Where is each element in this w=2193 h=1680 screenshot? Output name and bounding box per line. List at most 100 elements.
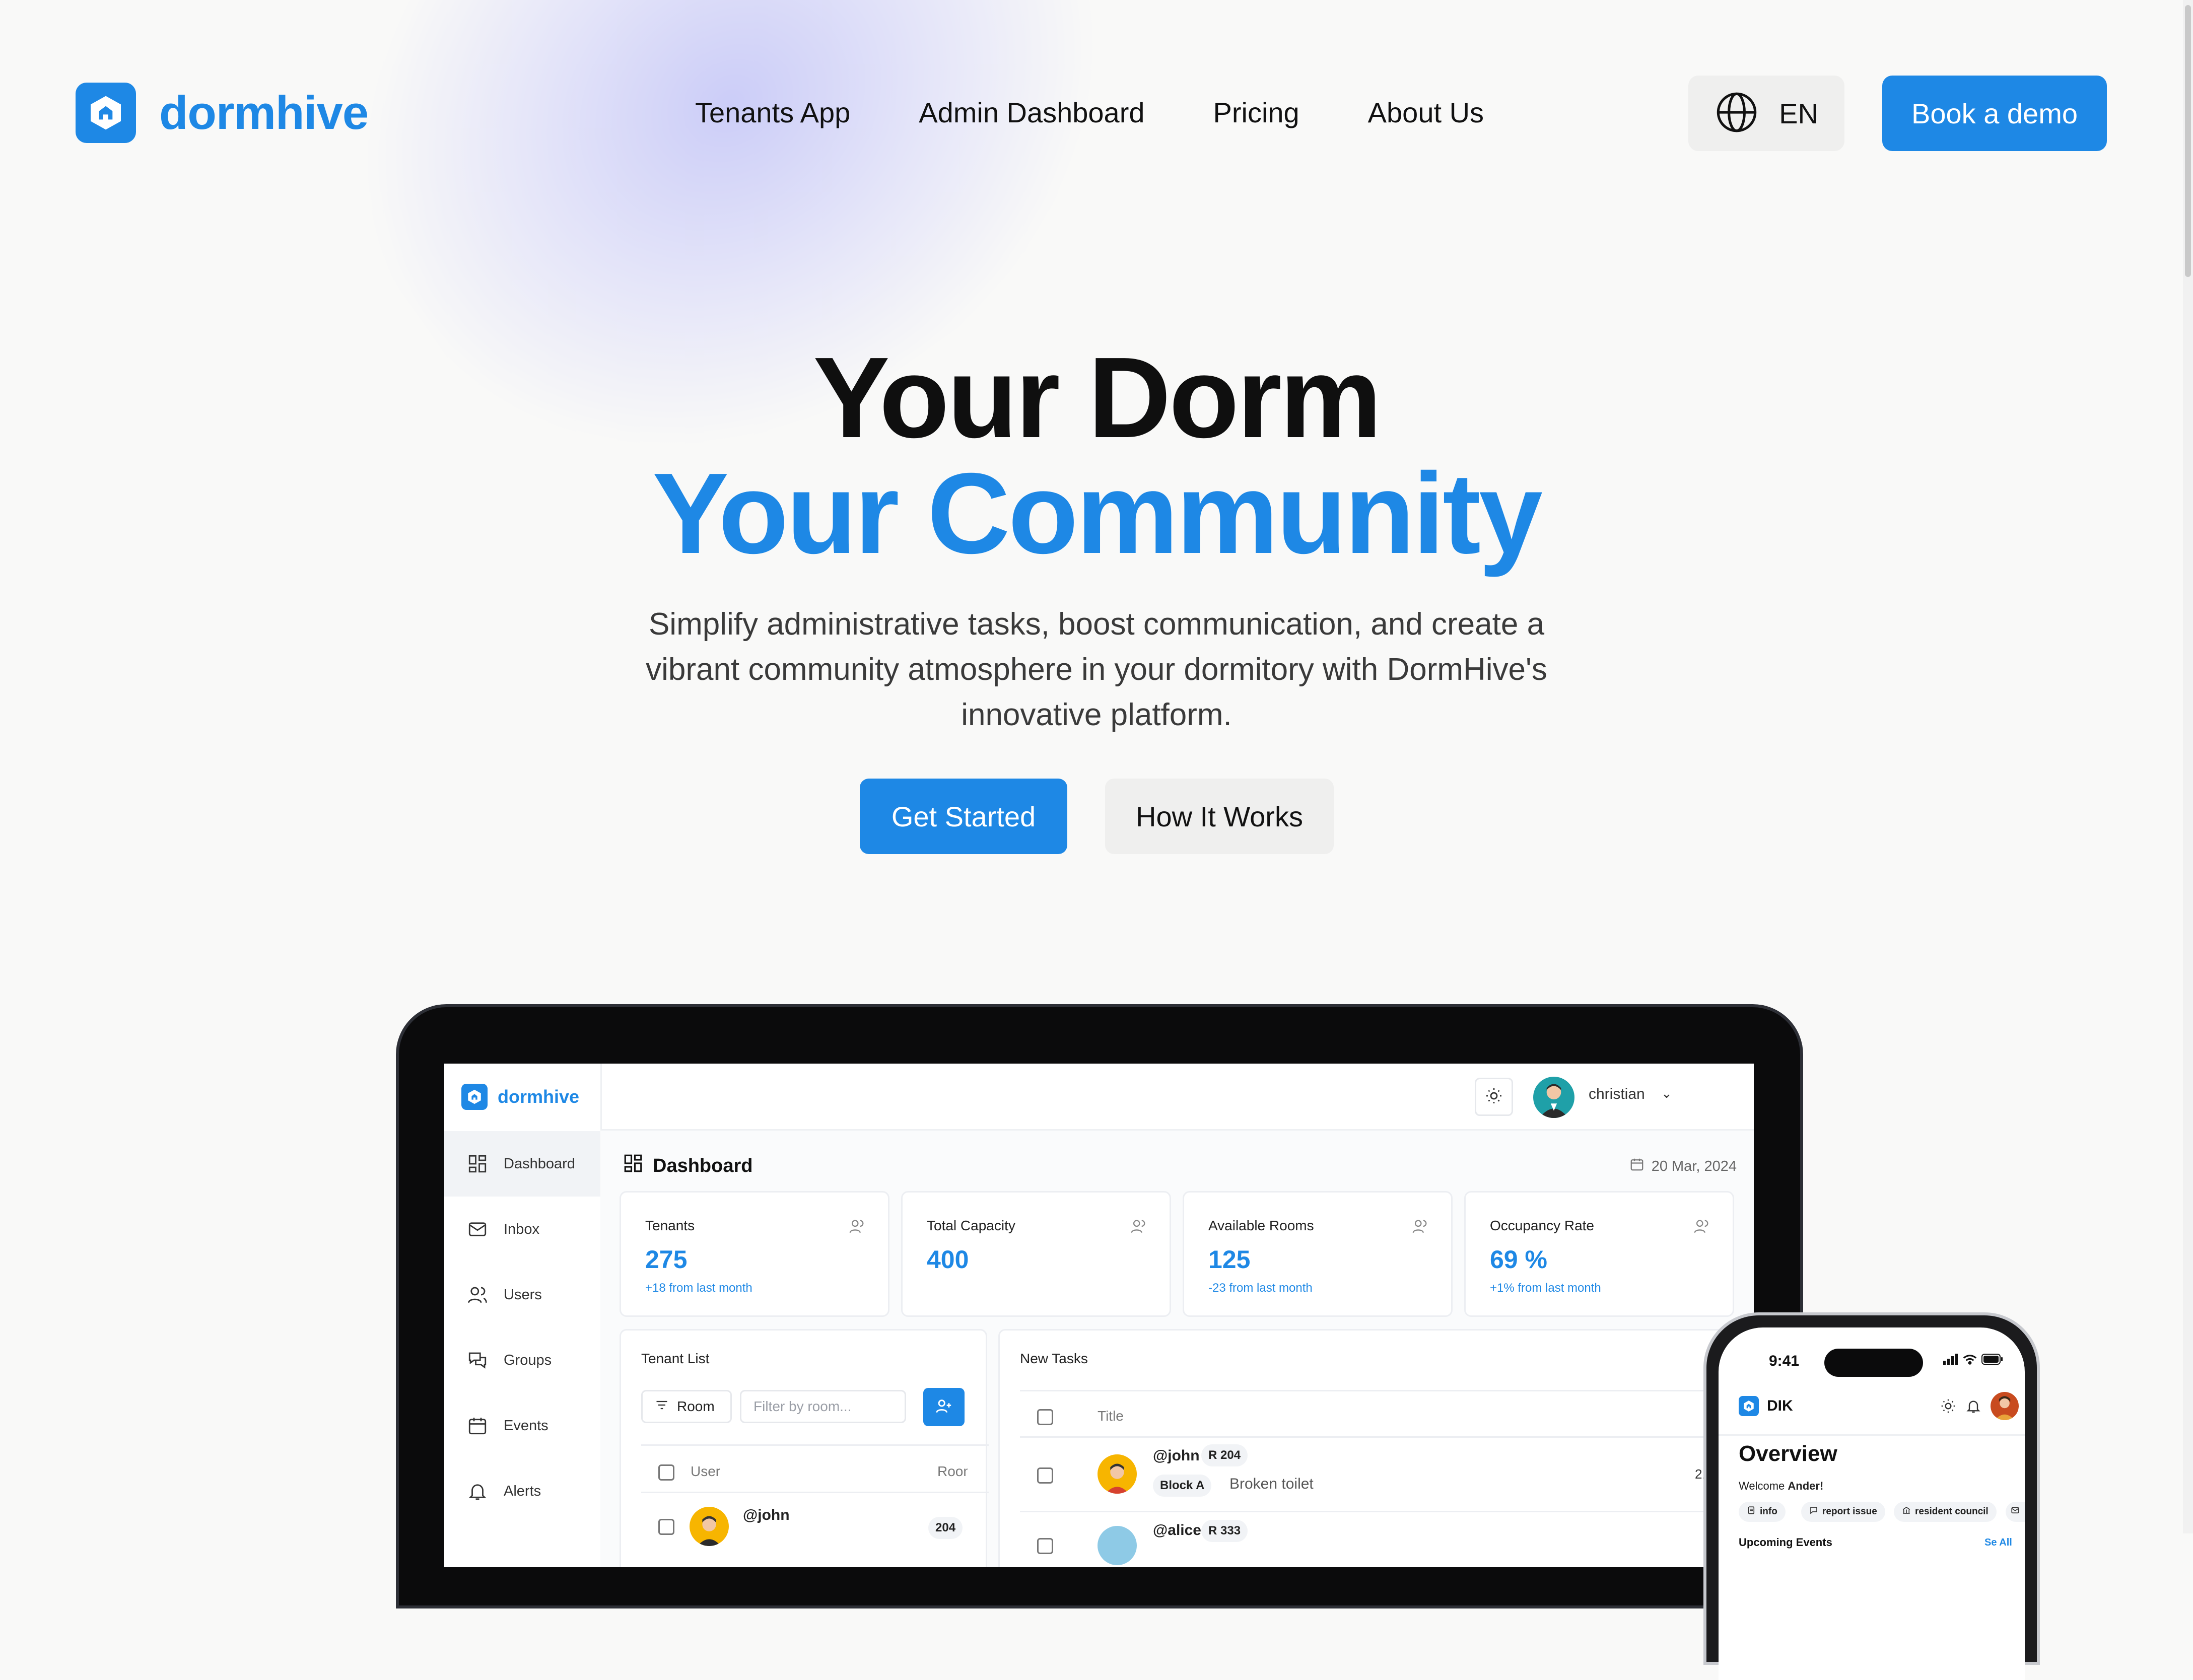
task-user: @alice	[1153, 1522, 1201, 1538]
theme-toggle-button[interactable]	[1475, 1078, 1513, 1116]
select-all-checkbox[interactable]	[1037, 1409, 1053, 1425]
room-badge: 204	[928, 1517, 963, 1539]
stat-value: 125	[1208, 1245, 1251, 1274]
stat-delta: +18 from last month	[645, 1281, 752, 1295]
scrollbar-thumb[interactable]	[2185, 5, 2191, 277]
sidebar-item-inbox[interactable]: Inbox	[444, 1197, 600, 1262]
room-filter-label: Room	[677, 1398, 715, 1414]
book-demo-button[interactable]: Book a demo	[1882, 76, 2107, 151]
how-it-works-button[interactable]: How It Works	[1105, 779, 1334, 854]
nav-admin-dashboard[interactable]: Admin Dashboard	[919, 89, 1144, 137]
divider	[641, 1444, 989, 1446]
avatar	[1098, 1526, 1137, 1565]
hero-title-line2: Your Community	[652, 450, 1543, 578]
add-user-button[interactable]	[923, 1388, 965, 1426]
phone-screen: 9:41 DIK Overview Welcome Ander! info re…	[1719, 1327, 2025, 1680]
sidebar-item-label: Inbox	[504, 1221, 539, 1237]
nav-pricing[interactable]: Pricing	[1213, 89, 1299, 137]
chat-icon	[1809, 1506, 1818, 1518]
mail-icon	[464, 1219, 491, 1240]
dashboard-brand-name: dormhive	[498, 1086, 580, 1107]
task-title: Broken toilet	[1229, 1476, 1314, 1492]
chip-label: report issue	[1822, 1506, 1877, 1517]
filter-icon	[655, 1398, 669, 1416]
document-icon	[1747, 1506, 1756, 1518]
stat-value: 69 %	[1490, 1245, 1547, 1274]
house-icon	[461, 1084, 488, 1110]
sidebar-item-alerts[interactable]: Alerts	[444, 1458, 600, 1524]
report-issue-chip[interactable]: report issue	[1801, 1502, 1885, 1522]
divider	[1020, 1436, 1754, 1438]
page-title-text: Dashboard	[653, 1155, 753, 1176]
page-scrollbar[interactable]	[2183, 0, 2193, 1533]
avatar[interactable]	[1991, 1392, 2019, 1420]
user-name[interactable]: christian	[1589, 1086, 1645, 1103]
bell-icon[interactable]	[1965, 1398, 1981, 1417]
card-title: Tenant List	[641, 1351, 710, 1366]
new-tasks-card: New Tasks Title @john R 204 Block A Brok…	[998, 1329, 1754, 1567]
dashboard-content: Dashboard 20 Mar, 2024 Tenants 275 +18 f…	[600, 1131, 1754, 1567]
brand-logo[interactable]: dormhive	[76, 83, 369, 143]
row-checkbox[interactable]	[1037, 1467, 1053, 1484]
stat-card-total-capacity: Total Capacity 400	[901, 1191, 1171, 1317]
dashboard-screen: dormhive Dashboard Inbox Users Groups Ev…	[444, 1064, 1754, 1567]
stat-delta: -23 from last month	[1208, 1281, 1313, 1295]
nav-tenants-app[interactable]: Tenants App	[695, 89, 850, 137]
users-icon	[1130, 1218, 1147, 1237]
get-started-button[interactable]: Get Started	[860, 779, 1067, 854]
house-icon	[76, 83, 136, 143]
block-badge: Block A	[1153, 1475, 1212, 1497]
room-filter-input[interactable]: Filter by room...	[740, 1390, 906, 1423]
stat-label: Occupancy Rate	[1490, 1218, 1594, 1233]
grid-icon	[464, 1153, 491, 1174]
status-time: 9:41	[1769, 1353, 1800, 1369]
globe-icon	[1715, 90, 1759, 137]
dashboard-sidebar: dormhive Dashboard Inbox Users Groups Ev…	[444, 1064, 602, 1567]
see-all-link[interactable]: Se All	[1984, 1537, 2012, 1549]
task-user: @john	[1153, 1447, 1200, 1464]
wifi-icon	[1962, 1354, 1977, 1367]
more-chip[interactable]	[2006, 1502, 2025, 1522]
dashboard-logo[interactable]: dormhive	[461, 1084, 579, 1110]
divider	[1719, 1434, 2025, 1436]
row-checkbox[interactable]	[658, 1519, 674, 1535]
sidebar-item-events[interactable]: Events	[444, 1393, 600, 1458]
column-header-room: Room	[937, 1463, 968, 1479]
bell-icon	[464, 1481, 491, 1502]
mail-icon	[2011, 1506, 2020, 1518]
chevron-down-icon[interactable]: ⌄	[1661, 1086, 1672, 1101]
resident-council-chip[interactable]: resident council	[1894, 1502, 1997, 1522]
column-header-title: Title	[1098, 1408, 1124, 1424]
add-user-icon	[935, 1397, 952, 1417]
stat-value: 400	[927, 1245, 969, 1274]
dashboard-topbar: christian ⌄	[600, 1064, 1754, 1131]
sidebar-item-groups[interactable]: Groups	[444, 1327, 600, 1393]
users-icon	[1693, 1218, 1710, 1237]
page-title: Dashboard	[623, 1153, 752, 1179]
sidebar-item-label: Groups	[504, 1352, 552, 1368]
sun-icon	[1485, 1087, 1503, 1107]
divider	[1020, 1390, 1754, 1391]
stat-label: Available Rooms	[1208, 1218, 1314, 1233]
users-icon	[849, 1218, 866, 1237]
nav-about-us[interactable]: About Us	[1368, 89, 1484, 137]
phone-brand[interactable]: DIK	[1739, 1396, 1793, 1416]
date-display[interactable]: 20 Mar, 2024	[1629, 1157, 1737, 1176]
avatar[interactable]	[1533, 1077, 1574, 1118]
select-all-checkbox[interactable]	[658, 1464, 674, 1481]
sidebar-item-label: Alerts	[504, 1483, 541, 1499]
info-chip[interactable]: info	[1739, 1502, 1786, 1522]
date-text: 20 Mar, 2024	[1651, 1158, 1737, 1174]
main-nav: Tenants App Admin Dashboard Pricing Abou…	[695, 89, 1552, 137]
chip-label: info	[1760, 1506, 1777, 1517]
stat-delta: +1% from last month	[1490, 1281, 1601, 1295]
row-checkbox[interactable]	[1037, 1538, 1053, 1554]
users-icon	[1412, 1218, 1429, 1237]
sidebar-item-users[interactable]: Users	[444, 1262, 600, 1327]
sun-icon[interactable]	[1940, 1398, 1956, 1417]
language-selector[interactable]: EN	[1688, 76, 1844, 151]
sidebar-item-dashboard[interactable]: Dashboard	[444, 1131, 600, 1197]
sidebar-item-label: Events	[504, 1417, 549, 1434]
room-filter-chip[interactable]: Room	[641, 1390, 732, 1423]
stat-value: 275	[645, 1245, 688, 1274]
